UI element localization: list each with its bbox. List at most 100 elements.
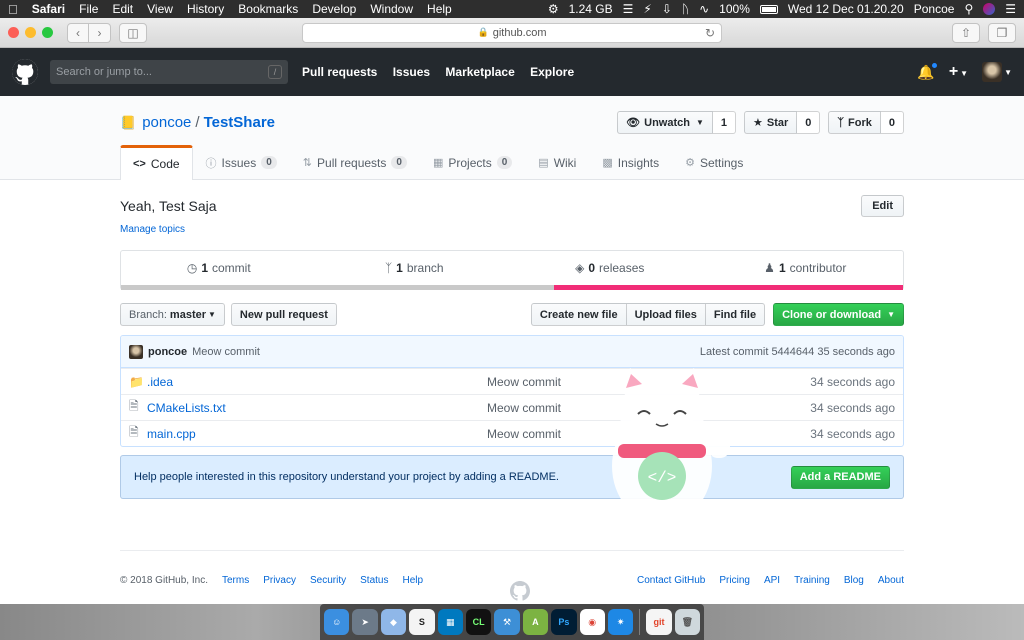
fork-button[interactable]: ᛉ Fork — [828, 111, 881, 134]
wifi-icon[interactable]: ∿ — [699, 2, 709, 16]
footer-blog-link[interactable]: Blog — [844, 575, 864, 586]
minimize-window-button[interactable] — [25, 27, 36, 38]
tab-wiki[interactable]: ▤ Wiki — [525, 145, 589, 179]
nav-explore[interactable]: Explore — [530, 65, 574, 79]
edit-description-button[interactable]: Edit — [861, 195, 904, 217]
menu-app-name[interactable]: Safari — [32, 2, 65, 16]
close-window-button[interactable] — [8, 27, 19, 38]
github-logo-icon[interactable] — [12, 59, 38, 85]
tab-pull-requests[interactable]: ⇅ Pull requests 0 — [290, 145, 420, 179]
scrivener-icon[interactable]: S — [409, 609, 435, 635]
footer-security-link[interactable]: Security — [310, 575, 346, 586]
back-button[interactable]: ‹ — [67, 22, 89, 43]
menu-edit[interactable]: Edit — [112, 2, 133, 16]
file-name-link[interactable]: CMakeLists.txt — [147, 401, 487, 415]
summary-branches[interactable]: ᛉ 1 branch — [317, 251, 513, 285]
trash-icon[interactable]: 🗑 — [674, 609, 701, 635]
sidebar-toggle-button[interactable]: ◫ — [119, 22, 147, 43]
battery-percent[interactable]: 100% — [719, 2, 750, 16]
summary-releases[interactable]: ◈ 0 releases — [512, 251, 708, 285]
file-commit-message[interactable]: Meow commit — [487, 375, 687, 389]
safari-icon[interactable]: ✷ — [607, 609, 634, 635]
footer-status-link[interactable]: Status — [360, 575, 388, 586]
nav-marketplace[interactable]: Marketplace — [445, 65, 514, 79]
menu-window[interactable]: Window — [370, 2, 413, 16]
create-new-file-button[interactable]: Create new file — [530, 303, 627, 326]
photoshop-icon[interactable]: Ps — [551, 609, 577, 635]
menu-help[interactable]: Help — [427, 2, 452, 16]
tab-settings[interactable]: ⚙ Settings — [672, 145, 756, 179]
clone-download-button[interactable]: Clone or download ▼ — [773, 303, 904, 326]
language-bar[interactable] — [121, 285, 903, 290]
reload-icon[interactable]: ↻ — [705, 26, 715, 40]
star-count[interactable]: 0 — [797, 111, 821, 134]
address-bar[interactable]: 🔒 github.com ↻ — [302, 22, 722, 43]
trello-icon[interactable]: ▦ — [437, 609, 463, 635]
footer-terms-link[interactable]: Terms — [222, 575, 249, 586]
tab-issues[interactable]: ⓘ Issues 0 — [193, 145, 290, 179]
apple-icon[interactable]:  — [8, 2, 18, 17]
file-name-link[interactable]: .idea — [147, 375, 487, 389]
tab-insights[interactable]: ▩ Insights — [589, 145, 672, 179]
battery-icon[interactable] — [759, 4, 778, 14]
repo-name-link[interactable]: TestShare — [204, 114, 275, 131]
summary-commits[interactable]: ◷ 1 commit — [121, 251, 317, 285]
latest-commit-sha[interactable]: 5444644 — [771, 346, 814, 358]
forward-button[interactable]: › — [89, 22, 111, 43]
add-readme-button[interactable]: Add a README — [790, 465, 890, 489]
manage-topics-link[interactable]: Manage topics — [120, 224, 904, 235]
footer-training-link[interactable]: Training — [794, 575, 830, 586]
file-name-link[interactable]: main.cpp — [147, 427, 487, 441]
cube-app-icon[interactable]: ◆ — [380, 609, 407, 635]
footer-api-link[interactable]: API — [764, 575, 780, 586]
git-icon[interactable]: git — [646, 609, 672, 635]
commit-author-link[interactable]: poncoe — [148, 346, 187, 358]
zoom-window-button[interactable] — [42, 27, 53, 38]
menu-history[interactable]: History — [187, 2, 224, 16]
finder-icon[interactable]: ☺ — [324, 609, 350, 635]
star-button[interactable]: ★ Star — [744, 111, 798, 134]
notification-center-icon[interactable]: ☰ — [1005, 2, 1016, 16]
find-file-button[interactable]: Find file — [704, 303, 766, 326]
user-name[interactable]: Poncoe — [914, 2, 955, 16]
new-pull-request-button[interactable]: New pull request — [230, 303, 337, 326]
unwatch-button[interactable]: 👁 Unwatch ▼ — [617, 111, 713, 134]
footer-about-link[interactable]: About — [878, 575, 904, 586]
download-icon[interactable]: ⇩ — [662, 2, 672, 16]
stack-icon[interactable]: ☰ — [623, 2, 634, 16]
avatar[interactable] — [129, 344, 143, 359]
tab-projects[interactable]: ▦ Projects 0 — [420, 145, 525, 179]
notifications-bell-icon[interactable]: 🔔 — [917, 61, 938, 81]
user-menu-dropdown[interactable]: ▼ — [982, 62, 1012, 82]
chrome-icon[interactable]: ◉ — [579, 609, 605, 635]
footer-pricing-link[interactable]: Pricing — [719, 575, 750, 586]
memory-icon[interactable]: ⚙ — [548, 2, 559, 16]
footer-contact-link[interactable]: Contact GitHub — [637, 575, 705, 586]
clion-icon[interactable]: CL — [465, 609, 492, 635]
menu-develop[interactable]: Develop — [312, 2, 356, 16]
footer-help-link[interactable]: Help — [402, 575, 423, 586]
siri-icon[interactable] — [983, 3, 996, 15]
branch-select-button[interactable]: Branch: master ▼ — [120, 303, 225, 326]
footer-privacy-link[interactable]: Privacy — [263, 575, 296, 586]
share-button[interactable]: ⇧ — [952, 22, 980, 43]
commit-message-link[interactable]: Meow commit — [192, 346, 260, 358]
footer-github-mark-icon[interactable] — [510, 581, 530, 601]
menu-bookmarks[interactable]: Bookmarks — [238, 2, 298, 16]
xcode-icon[interactable]: ⚒ — [494, 609, 520, 635]
bluetooth-icon[interactable]: ᚢ — [682, 2, 689, 16]
file-commit-message[interactable]: Meow commit — [487, 427, 687, 441]
spotlight-icon[interactable]: ⚲ — [964, 2, 973, 16]
summary-contributors[interactable]: ♟ 1 contributor — [708, 251, 904, 285]
file-commit-message[interactable]: Meow commit — [487, 401, 687, 415]
upload-files-button[interactable]: Upload files — [625, 303, 706, 326]
menu-file[interactable]: File — [79, 2, 98, 16]
tabs-overview-button[interactable]: ❐ — [988, 22, 1016, 43]
flash-icon[interactable]: ⚡ — [643, 2, 651, 16]
launchpad-icon[interactable]: ➤ — [352, 609, 378, 635]
memory-readout[interactable]: 1.24 GB — [569, 2, 613, 16]
fork-count[interactable]: 0 — [880, 111, 904, 134]
search-input[interactable] — [56, 66, 268, 78]
repo-owner-link[interactable]: poncoe — [142, 114, 191, 131]
tab-code[interactable]: <> Code — [120, 145, 193, 180]
